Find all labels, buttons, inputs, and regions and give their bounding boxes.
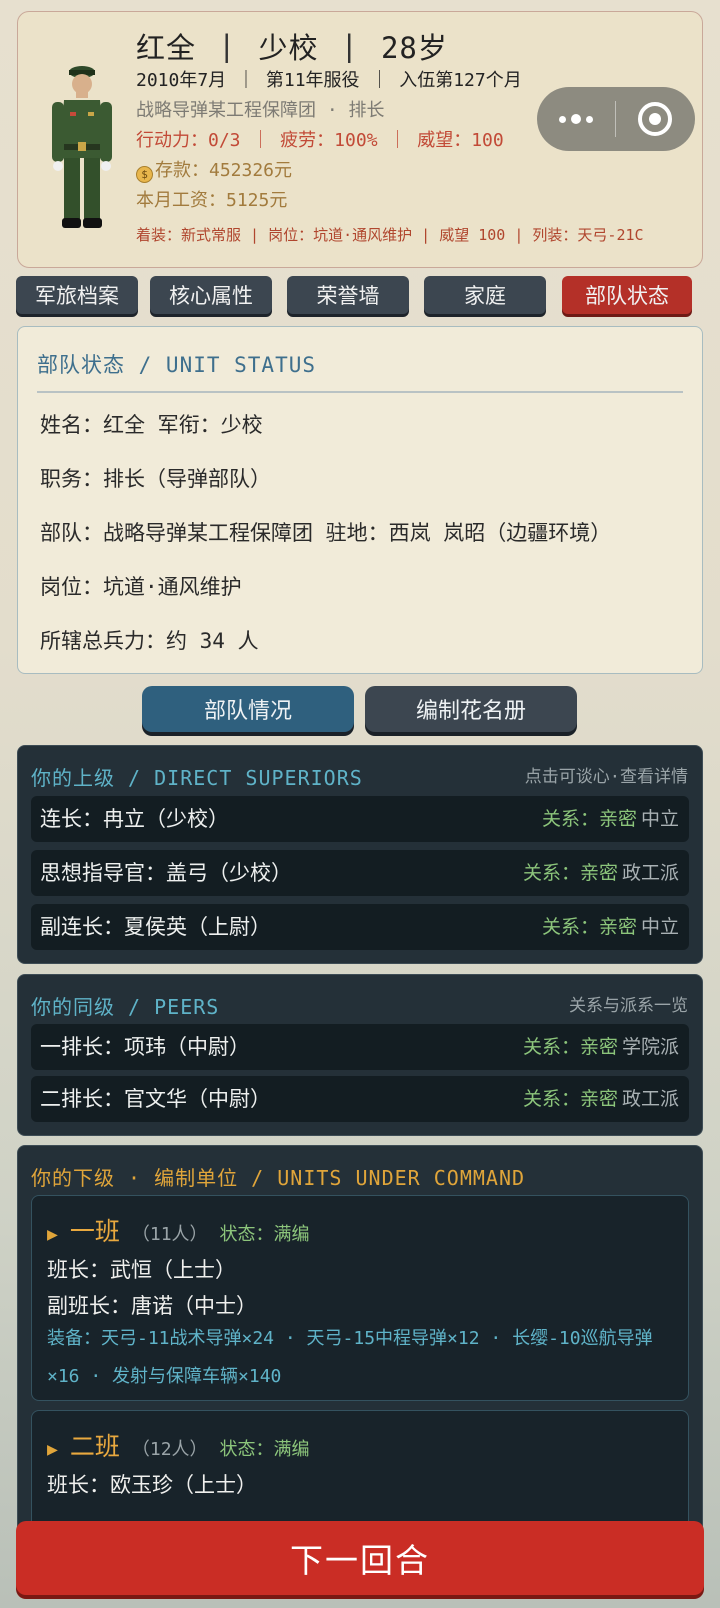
coin-icon: $ (136, 166, 153, 183)
profile-age: 28岁 (380, 31, 448, 65)
tab-roster[interactable]: 编制花名册 (365, 686, 577, 732)
flag-icon: ▶ (47, 1439, 58, 1460)
relation-status: 关系：亲密 学院派 (522, 1036, 679, 1058)
divider (37, 391, 683, 393)
unit-card[interactable]: ▶ 一班 （11人） 状态：满编 班长：武恒（上士） 副班长：唐诺（中士） 装备… (31, 1195, 689, 1401)
unit-state: 状态：满编 (219, 1224, 310, 1245)
tab-military-record[interactable]: 军旅档案 (16, 276, 138, 314)
savings-line: $ 存款：452326元 (136, 156, 692, 186)
faction-label: 政工派 (621, 862, 679, 884)
superior-row[interactable]: 副连长：夏侯英（上尉） 关系：亲密 中立 (31, 904, 689, 950)
unit-status-card: 部队状态 / UNIT STATUS 姓名：红全 军衔：少校 职务：排长（导弹部… (17, 326, 703, 674)
more-menu-icon[interactable] (537, 114, 615, 124)
status-heading: 部队状态 / UNIT STATUS (37, 353, 317, 377)
relation-status: 关系：亲密 政工派 (522, 862, 679, 884)
unit-title: ▶ 二班 （12人） 状态：满编 (47, 1427, 310, 1463)
faction-label: 中立 (640, 808, 679, 830)
superiors-heading: 你的上级 / DIRECT SUPERIORS (31, 766, 363, 790)
superior-name: 副连长：夏侯英（上尉） (40, 915, 271, 939)
superior-row[interactable]: 连长：冉立（少校） 关系：亲密 中立 (31, 796, 689, 842)
superior-name: 连长：冉立（少校） (40, 807, 229, 831)
sub-tabs: 部队情况 编制花名册 (0, 686, 720, 732)
peers-heading: 你的同级 / PEERS (31, 995, 220, 1019)
peers-hint: 关系与派系一览 (569, 996, 688, 1016)
tab-honor-wall[interactable]: 荣誉墙 (287, 276, 409, 314)
unit-name: 一班 (69, 1217, 120, 1246)
profile-footer: 着装：新式常服 | 岗位：坑道·通风维护 | 威望 100 | 列装：天弓-21… (136, 226, 644, 244)
superiors-hint: 点击可谈心·查看详情 (524, 767, 688, 787)
squad-leader: 班长：欧玉珍（上士） (47, 1473, 257, 1497)
relation-status: 关系：亲密 中立 (541, 808, 679, 830)
command-panel: 你的下级 · 编制单位 / UNITS UNDER COMMAND ▶ 一班 （… (17, 1145, 703, 1555)
unit-count: （12人） (131, 1439, 208, 1460)
superior-row[interactable]: 思想指导官：盖弓（少校） 关系：亲密 政工派 (31, 850, 689, 896)
profile-title: 红全 | 少校 | 28岁 (136, 26, 692, 66)
tab-unit-status[interactable]: 部队状态 (562, 276, 692, 314)
tab-unit-situation[interactable]: 部队情况 (142, 686, 354, 732)
close-miniprogram-icon[interactable] (616, 102, 694, 136)
profile-rank: 少校 (258, 31, 319, 65)
peer-row[interactable]: 一排长：项玮（中尉） 关系：亲密 学院派 (31, 1024, 689, 1070)
profile-name: 红全 (136, 31, 197, 65)
unit-name: 二班 (69, 1432, 120, 1461)
relation-status: 关系：亲密 政工派 (522, 1088, 679, 1110)
status-name-rank: 姓名：红全 军衔：少校 (40, 413, 263, 437)
next-turn-button[interactable]: 下一回合 (16, 1521, 704, 1595)
deputy-leader: 副班长：唐诺（中士） (47, 1294, 257, 1318)
main-tabs: 军旅档案 核心属性 荣誉墙 家庭 部队状态 (16, 276, 706, 314)
flag-icon: ▶ (47, 1224, 58, 1245)
unit-count: （11人） (131, 1224, 208, 1245)
superior-name: 思想指导官：盖弓（少校） (40, 861, 292, 885)
status-duty: 职务：排长（导弹部队） (40, 467, 271, 491)
faction-label: 学院派 (621, 1036, 679, 1058)
faction-label: 中立 (640, 916, 679, 938)
peers-panel: 你的同级 / PEERS 关系与派系一览 一排长：项玮（中尉） 关系：亲密 学院派… (17, 974, 703, 1136)
relation-status: 关系：亲密 中立 (541, 916, 679, 938)
unit-state: 状态：满编 (219, 1439, 310, 1460)
faction-label: 政工派 (621, 1088, 679, 1110)
status-troops: 所辖总兵力：约 34 人 (40, 629, 259, 653)
peer-name: 一排长：项玮（中尉） (40, 1035, 250, 1059)
command-heading: 你的下级 · 编制单位 / UNITS UNDER COMMAND (31, 1166, 526, 1190)
savings-text: 存款：452326元 (155, 160, 293, 181)
tab-family[interactable]: 家庭 (424, 276, 546, 314)
unit-equipment: 装备：天弓-11战术导弹×24 · 天弓-15中程导弹×12 · 长缨-10巡航… (47, 1328, 653, 1387)
peer-name: 二排长：官文华（中尉） (40, 1087, 271, 1111)
soldier-avatar (52, 66, 112, 228)
superiors-panel: 你的上级 / DIRECT SUPERIORS 点击可谈心·查看详情 连长：冉立… (17, 745, 703, 964)
tab-core-attributes[interactable]: 核心属性 (150, 276, 272, 314)
status-post: 岗位：坑道·通风维护 (40, 575, 242, 599)
status-unit-station: 部队：战略导弹某工程保障团 驻地：西岚 岚昭（边疆环境） (40, 521, 612, 545)
unit-title: ▶ 一班 （11人） 状态：满编 (47, 1212, 310, 1248)
squad-leader: 班长：武恒（上士） (47, 1258, 236, 1282)
salary-line: 本月工资：5125元 (136, 190, 288, 211)
miniprogram-capsule (537, 87, 695, 151)
peer-row[interactable]: 二排长：官文华（中尉） 关系：亲密 政工派 (31, 1076, 689, 1122)
